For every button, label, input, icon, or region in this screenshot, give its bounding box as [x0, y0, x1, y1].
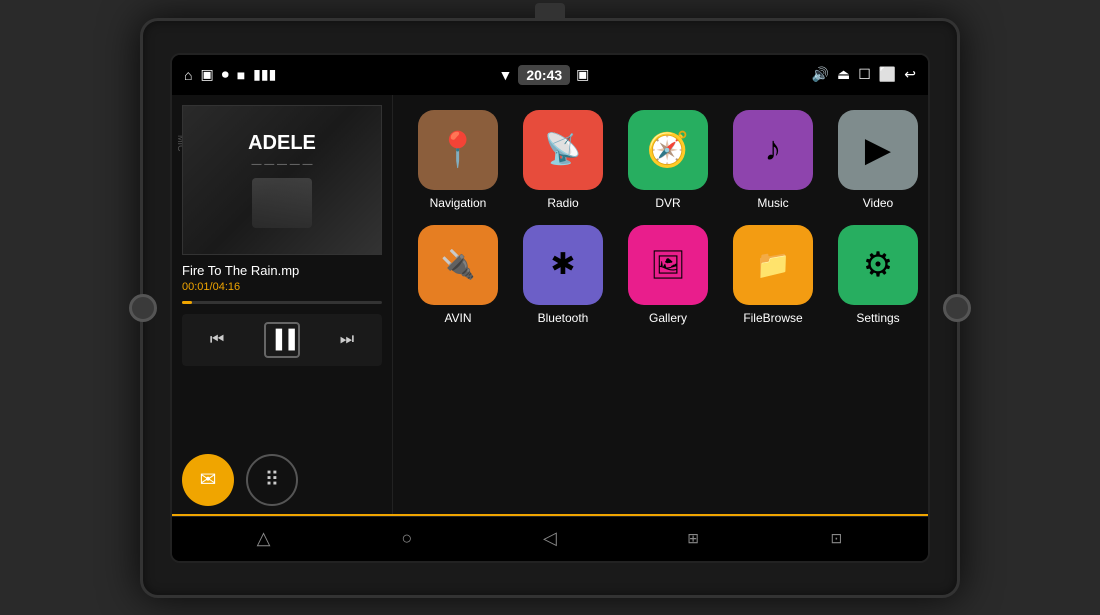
- bottom-icons: ✉ ⠿: [182, 454, 382, 506]
- apps-row-1: 📍 Navigation 📡 Radio 🧭 D: [413, 110, 923, 210]
- top-connector: [535, 3, 565, 21]
- app-avin[interactable]: 🔌 AVIN: [413, 225, 503, 325]
- app-bluetooth[interactable]: ✱ Bluetooth: [518, 225, 608, 325]
- nav-circle-button[interactable]: ○: [387, 519, 427, 559]
- apps-icon: ⠿: [265, 467, 280, 492]
- nav-apps-button[interactable]: ⊞: [673, 519, 713, 559]
- nav-bar: △ ○ ◁ ⊞ ⊡: [172, 516, 928, 561]
- nav-icon: 📍: [437, 130, 479, 170]
- fast-forward-button[interactable]: ⏭: [340, 331, 354, 349]
- screen-icon: ▣: [576, 66, 589, 83]
- apps-button[interactable]: ⠿: [246, 454, 298, 506]
- mount-right: [943, 294, 971, 322]
- status-bar: ⌂ ▣ ⏺ ■ ▮▮▮ ▼ 20:43 ▣ 🔊 ⏏ ☐ ⬜ ↩: [172, 55, 928, 95]
- app-navigation[interactable]: 📍 Navigation: [413, 110, 503, 210]
- music-panel: ADELE — — — — — Fire To The Rain.mp 00:0…: [172, 95, 393, 516]
- bluetooth-icon: ✱: [550, 247, 575, 282]
- screen-bezel: MIC ⌂ ▣ ⏺ ■ ▮▮▮ ▼ 20:43 ▣ 🔊 ⏏ ☐ ⬜ ↩: [170, 53, 930, 563]
- dvr-icon-box: 🧭: [628, 110, 708, 190]
- music-label: Music: [757, 196, 788, 210]
- video-label: Video: [863, 196, 893, 210]
- player-controls: ⏮ ▐▐ ⏭: [182, 314, 382, 366]
- apps-panel: 📍 Navigation 📡 Radio 🧭 D: [393, 95, 930, 516]
- time-display: 20:43: [518, 65, 570, 85]
- progress-bar: [182, 301, 382, 304]
- album-decoration: — — — — —: [251, 159, 312, 170]
- record-icon: ⏺: [222, 66, 229, 83]
- nav-home-button[interactable]: △: [244, 519, 284, 559]
- filebrowse-icon: 📁: [756, 248, 791, 281]
- nav-back-button[interactable]: ◁: [530, 519, 570, 559]
- app-settings[interactable]: ⚙ Settings: [833, 225, 923, 325]
- window-icon: ▣: [200, 66, 213, 83]
- email-icon: ✉: [200, 467, 217, 492]
- gallery-label: Gallery: [649, 311, 687, 325]
- gallery-icon-box: 🖼: [628, 225, 708, 305]
- avin-icon-box: 🔌: [418, 225, 498, 305]
- home-icon[interactable]: ⌂: [184, 67, 192, 83]
- app-radio[interactable]: 📡 Radio: [518, 110, 608, 210]
- app-music[interactable]: ♪ Music: [728, 110, 818, 210]
- music-icon: ♪: [765, 130, 782, 169]
- app-video[interactable]: ▶ Video: [833, 110, 923, 210]
- app-filebrowse[interactable]: 📁 FileBrowse: [728, 225, 818, 325]
- car-stereo-device: MIC ⌂ ▣ ⏺ ■ ▮▮▮ ▼ 20:43 ▣ 🔊 ⏏ ☐ ⬜ ↩: [140, 18, 960, 598]
- play-pause-button[interactable]: ▐▐: [264, 322, 300, 358]
- status-center: ▼ 20:43 ▣: [498, 65, 589, 85]
- wifi-icon: ▼: [498, 67, 512, 83]
- bluetooth-icon-box: ✱: [523, 225, 603, 305]
- email-button[interactable]: ✉: [182, 454, 234, 506]
- app-gallery[interactable]: 🖼 Gallery: [623, 225, 713, 325]
- settings-label: Settings: [856, 311, 899, 325]
- nav-label: Navigation: [430, 196, 487, 210]
- eject-icon: ⏏: [837, 66, 850, 83]
- album-art-inner: ADELE — — — — —: [183, 106, 381, 254]
- filebrowse-label: FileBrowse: [743, 311, 802, 325]
- status-left-icons: ⌂ ▣ ⏺ ■ ▮▮▮: [184, 66, 276, 83]
- radio-icon-box: 📡: [523, 110, 603, 190]
- mount-left: [129, 294, 157, 322]
- video-icon: ▶: [865, 130, 891, 170]
- screen-content: ADELE — — — — — Fire To The Rain.mp 00:0…: [172, 95, 928, 516]
- nav-menu-button[interactable]: ⊡: [816, 519, 856, 559]
- avin-label: AVIN: [444, 311, 471, 325]
- avin-icon: 🔌: [441, 248, 476, 281]
- screen2-icon: ☐: [858, 66, 871, 83]
- back-icon[interactable]: ↩: [904, 66, 916, 83]
- progress-fill: [182, 301, 192, 304]
- rewind-button[interactable]: ⏮: [210, 331, 224, 349]
- radio-label: Radio: [547, 196, 578, 210]
- dvr-label: DVR: [655, 196, 680, 210]
- song-time: 00:01/04:16: [182, 281, 382, 293]
- radio-icon: 📡: [544, 132, 581, 167]
- video-icon-box: ▶: [838, 110, 918, 190]
- gallery-icon: 🖼: [650, 248, 686, 281]
- battery-icon: ▮▮▮: [253, 66, 276, 83]
- settings-icon-box: ⚙: [838, 225, 918, 305]
- album-art: ADELE — — — — —: [182, 105, 382, 255]
- status-right-icons: 🔊 ⏏ ☐ ⬜ ↩: [812, 66, 916, 83]
- nav-icon-box: 📍: [418, 110, 498, 190]
- filebrowse-icon-box: 📁: [733, 225, 813, 305]
- lock-icon: ■: [237, 67, 245, 83]
- volume-icon[interactable]: 🔊: [812, 66, 829, 83]
- song-title: Fire To The Rain.mp: [182, 263, 382, 278]
- bluetooth-label: Bluetooth: [538, 311, 589, 325]
- nav-bar-container: △ ○ ◁ ⊞ ⊡: [172, 516, 928, 561]
- app-dvr[interactable]: 🧭 DVR: [623, 110, 713, 210]
- nav-indicator: [172, 514, 928, 516]
- settings-icon: ⚙: [863, 245, 893, 285]
- play-icon: ▐▐: [269, 329, 295, 350]
- dvr-icon: 🧭: [647, 130, 689, 170]
- music-icon-box: ♪: [733, 110, 813, 190]
- album-artist: ADELE: [248, 132, 316, 155]
- screen3-icon: ⬜: [879, 66, 896, 83]
- apps-row-2: 🔌 AVIN ✱ Bluetooth 🖼 Gall: [413, 225, 923, 325]
